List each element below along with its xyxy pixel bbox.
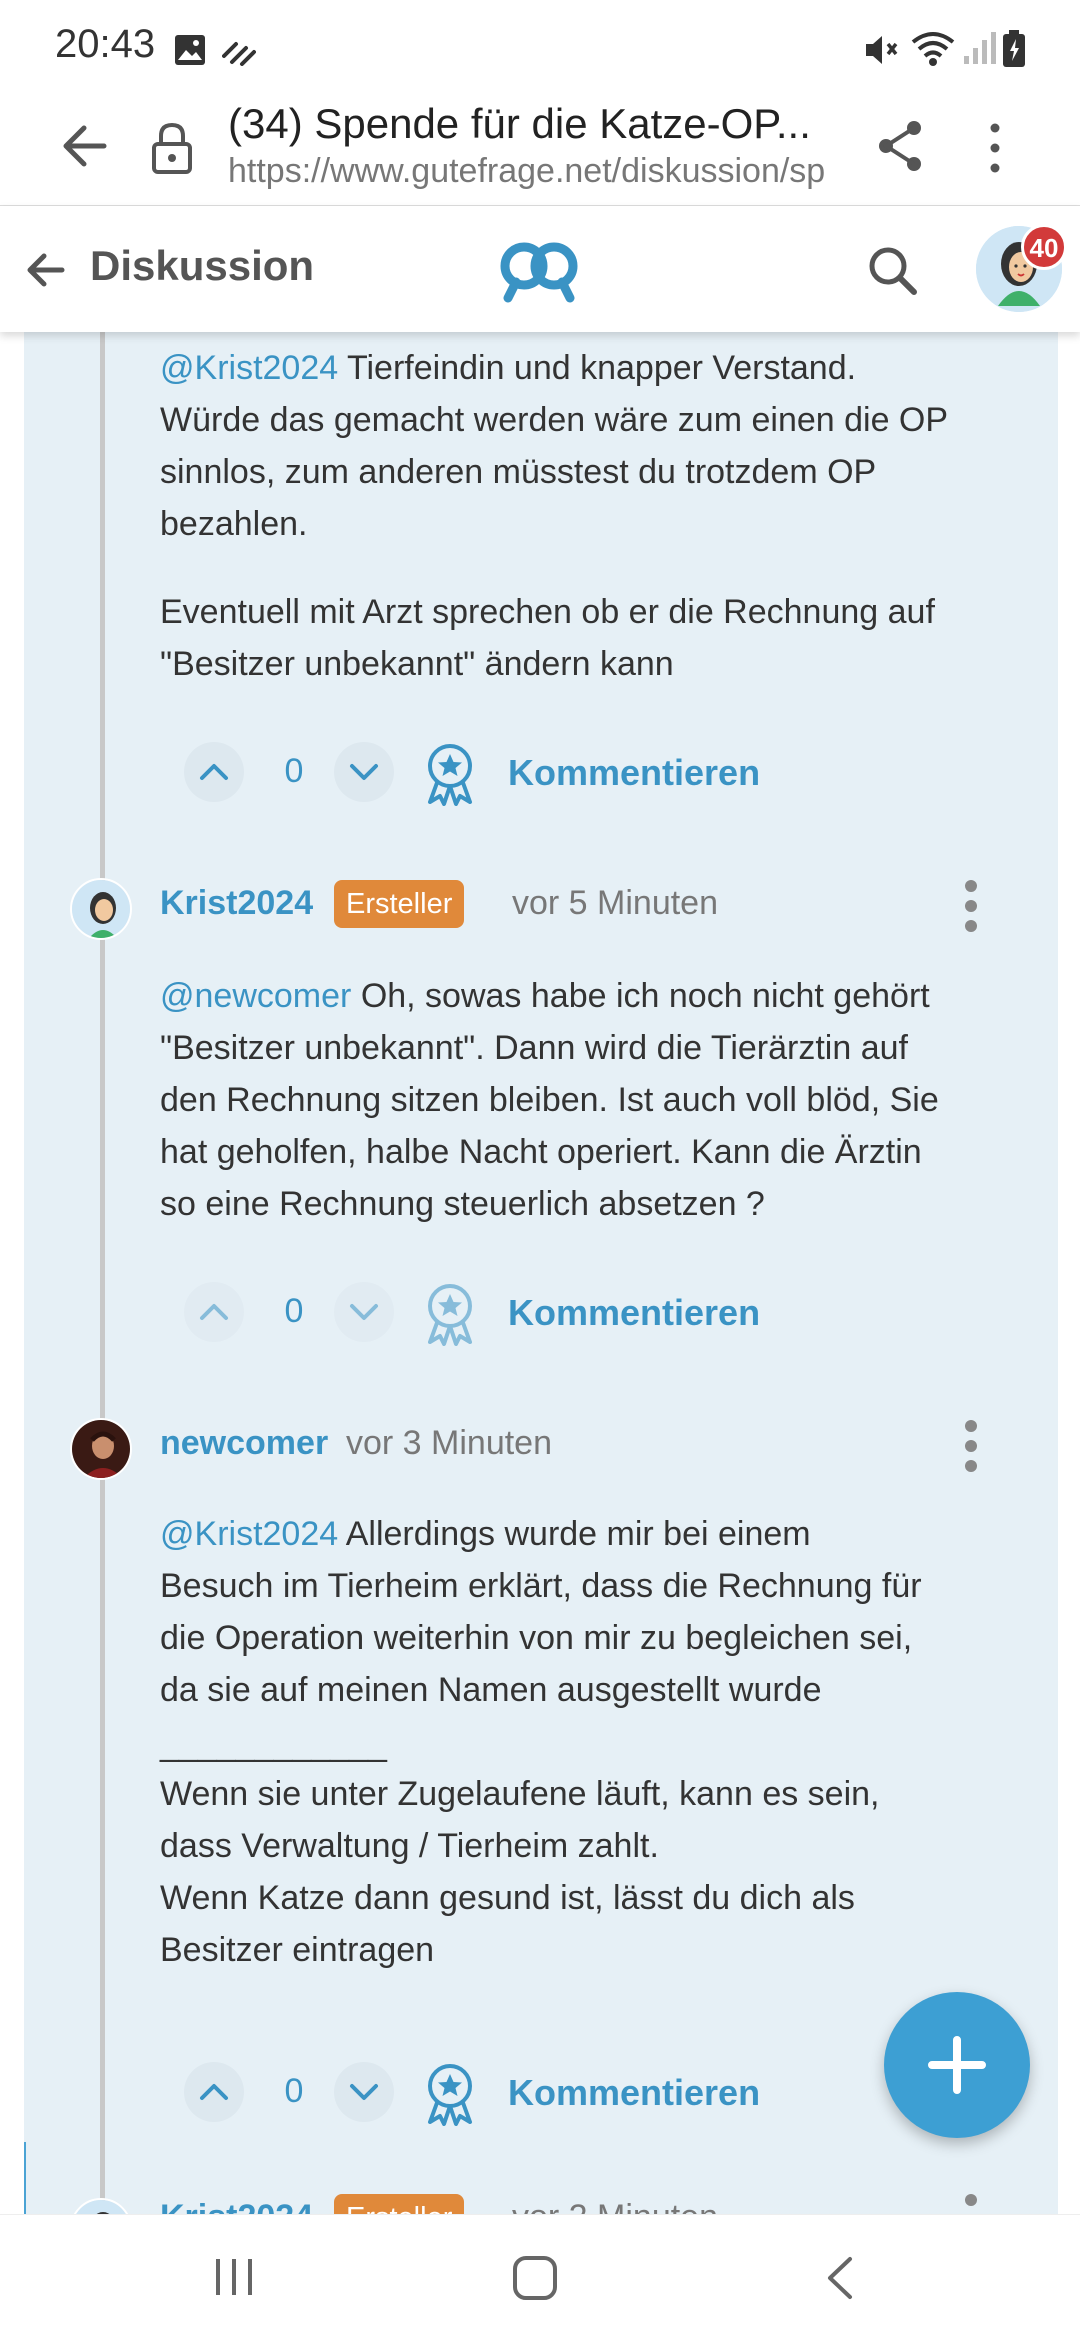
comment-body-paragraph: Wenn sie unter Zugelaufene läuft, kann e… [160, 1768, 1040, 1976]
text-line: da sie auf meinen Namen ausgestellt wurd… [160, 1671, 822, 1709]
creator-badge: Ersteller [334, 880, 465, 928]
back-nav-icon[interactable] [822, 2255, 856, 2306]
thread-line [100, 332, 105, 2214]
text-line: Wenn sie unter Zugelaufene läuft, kann e… [160, 1775, 880, 1813]
text-line: "Besitzer unbekannt". Dann wird die Tier… [160, 1029, 908, 1067]
recent-apps-icon[interactable] [212, 2255, 256, 2304]
mention-link[interactable]: @Krist2024 [160, 349, 338, 387]
vote-count: 0 [284, 1292, 304, 1330]
comment-body: @Krist2024 Allerdings wurde mir bei eine… [160, 1508, 1040, 1716]
downvote-button[interactable] [334, 742, 394, 802]
text-line: den Rechnung sitzen bleiben. Ist auch vo… [160, 1081, 939, 1119]
comment-button[interactable]: Kommentieren [508, 1292, 760, 1334]
comment-body: @newcomer Oh, sowas habe ich noch nicht … [160, 970, 1040, 1230]
mention-link[interactable]: @newcomer [160, 977, 351, 1015]
text-line: Besuch im Tierheim erklärt, dass die Rec… [160, 1567, 922, 1605]
comment-meta: newcomer vor 3 Minuten [160, 1420, 960, 1470]
text-line: Wenn Katze dann gesund ist, lässt du dic… [160, 1879, 855, 1917]
mute-icon [862, 32, 898, 73]
signal-icon [962, 30, 998, 71]
award-icon[interactable] [422, 742, 478, 806]
comment-actions: 0 Kommentieren [160, 742, 760, 806]
search-icon[interactable] [866, 244, 920, 298]
text-line: Würde das gemacht werden wäre zum einen … [160, 401, 949, 439]
comment-actions: 0 Kommentieren [160, 2062, 760, 2126]
text-line: bezahlen. [160, 505, 308, 543]
gutefrage-logo-icon[interactable] [496, 236, 582, 304]
text-line: dass Verwaltung / Tierheim zahlt. [160, 1827, 659, 1865]
text-line: so eine Rechnung steuerlich absetzen ? [160, 1185, 765, 1223]
home-icon[interactable] [512, 2255, 558, 2306]
text-line: Oh, sowas habe ich noch nicht gehört [360, 977, 930, 1015]
discussion-content: @Krist2024 Tierfeindin und knapper Verst… [24, 332, 1058, 2214]
comment-menu-icon[interactable] [962, 2190, 980, 2214]
upvote-button[interactable] [184, 742, 244, 802]
avatar[interactable] [70, 878, 132, 940]
upvote-button[interactable] [184, 1282, 244, 1342]
author-name[interactable]: Krist2024 [160, 2198, 313, 2214]
browser-url[interactable]: https://www.gutefrage.net/diskussion/sp [228, 152, 838, 191]
upvote-button[interactable] [184, 2062, 244, 2122]
data-saver-icon [222, 36, 256, 71]
avatar[interactable] [70, 1418, 132, 1480]
app-header: Diskussion 40 [0, 206, 1080, 332]
text-line: sinnlos, zum anderen müsstest du trotzde… [160, 453, 877, 491]
creator-badge: Ersteller [334, 2194, 465, 2214]
comment-button[interactable]: Kommentieren [508, 2072, 760, 2114]
comment-time: vor 3 Minuten [346, 1424, 552, 1462]
add-button[interactable] [884, 1992, 1030, 2138]
text-line: Besitzer eintragen [160, 1931, 435, 1969]
text-line: Allerdings wurde mir bei einem [345, 1515, 811, 1553]
vote-count: 0 [284, 2072, 304, 2110]
downvote-button[interactable] [334, 2062, 394, 2122]
text-line: Eventuell mit Arzt sprechen ob er die Re… [160, 593, 935, 631]
comment-time: vor 2 Minuten [512, 2198, 718, 2214]
award-icon[interactable] [422, 2062, 478, 2126]
comment-menu-icon[interactable] [962, 1416, 980, 1476]
status-time: 20:43 [55, 22, 156, 66]
browser-back-icon[interactable] [58, 118, 114, 174]
text-line: hat geholfen, halbe Nacht operiert. Kann… [160, 1133, 922, 1171]
share-icon[interactable] [876, 118, 926, 174]
back-arrow-icon[interactable] [24, 248, 68, 292]
comment-meta: Krist2024 Ersteller vor 5 Minuten [160, 880, 960, 930]
text-line: die Operation weiterhin von mir zu begle… [160, 1619, 913, 1657]
gallery-icon [174, 34, 206, 71]
page-title: Diskussion [90, 242, 315, 289]
browser-page-title[interactable]: (34) Spende für die Katze-OP... [228, 100, 838, 148]
lock-icon[interactable] [150, 120, 194, 176]
comment-time: vor 5 Minuten [512, 884, 718, 922]
browser-menu-icon[interactable] [980, 118, 1010, 178]
wifi-icon [910, 30, 956, 73]
downvote-button[interactable] [334, 1282, 394, 1342]
text-line: Tierfeindin und knapper Verstand. [347, 349, 857, 387]
mention-link[interactable]: @Krist2024 [160, 1515, 338, 1553]
award-icon[interactable] [422, 1282, 478, 1346]
comment-meta: Krist2024 Ersteller vor 2 Minuten [160, 2194, 960, 2214]
thread-accent-line [24, 2142, 26, 2214]
comment-menu-icon[interactable] [962, 876, 980, 936]
system-nav-bar [0, 2214, 1080, 2340]
status-bar: 20:43 [0, 0, 1080, 96]
text-line: "Besitzer unbekannt" ändern kann [160, 645, 674, 683]
browser-bar: (34) Spende für die Katze-OP... https://… [0, 96, 1080, 206]
notification-badge[interactable]: 40 [1021, 224, 1067, 270]
separator-line: ____________ [160, 1725, 387, 1763]
comment-body: @Krist2024 Tierfeindin und knapper Verst… [160, 342, 1040, 550]
comment-actions: 0 Kommentieren [160, 1282, 760, 1346]
vote-count: 0 [284, 752, 304, 790]
comment-body-paragraph: Eventuell mit Arzt sprechen ob er die Re… [160, 586, 1040, 690]
battery-icon [1002, 30, 1026, 73]
author-name[interactable]: Krist2024 [160, 884, 313, 923]
comment-button[interactable]: Kommentieren [508, 752, 760, 794]
author-name[interactable]: newcomer [160, 1424, 328, 1463]
avatar[interactable] [70, 2198, 132, 2214]
